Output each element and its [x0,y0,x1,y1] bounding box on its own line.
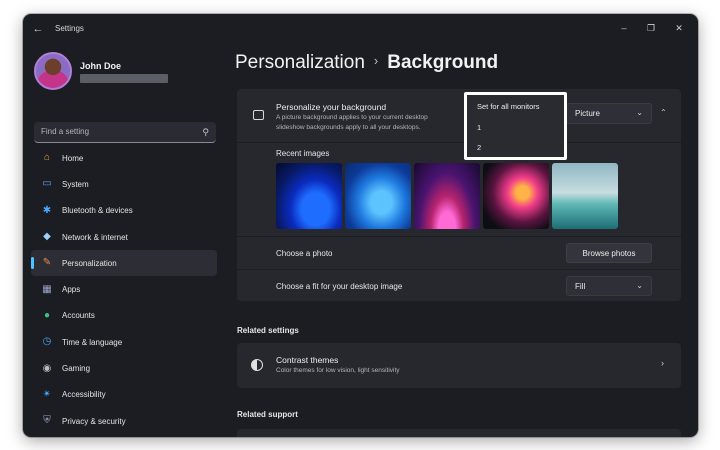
chevron-down-icon: ⌄ [636,281,643,290]
sidebar-item-home[interactable]: ⌂ Home [31,145,217,171]
profile-email-redacted [80,74,168,83]
breadcrumb-separator-icon: › [373,53,379,68]
browse-photos-label: Browse photos [582,249,636,258]
sidebar-item-accounts[interactable]: ● Accounts [31,303,217,329]
divider [237,142,681,143]
chevron-right-icon[interactable]: › [661,358,664,368]
window-content: John Doe Find a setting ⚲ ⌂ Home ▭ Syste… [23,14,698,437]
contrast-themes-card[interactable] [237,343,681,388]
search-placeholder: Find a setting [41,127,90,136]
sidebar-item-label: Apps [62,285,81,295]
choose-photo-label: Choose a photo [276,249,333,258]
home-icon: ⌂ [43,152,51,164]
apps-icon: ▦ [42,283,52,295]
recent-image-2[interactable] [345,163,411,229]
monitor-icon: ▭ [42,178,52,190]
sidebar-item-label: Bluetooth & devices [62,206,133,216]
recent-image-5[interactable] [552,163,618,229]
sidebar-item-label: Gaming [62,364,91,374]
sidebar-item-privacy[interactable]: ⛨ Privacy & security [31,408,217,434]
fit-value: Fill [575,282,586,291]
related-support-heading: Related support [237,410,298,419]
divider [237,269,681,270]
gamepad-icon: ◉ [42,362,52,374]
recent-image-1[interactable] [276,163,342,229]
bluetooth-icon: ✱ [42,204,52,216]
monitor-selection-menu: Set for all monitors 1 2 [464,92,567,160]
sidebar-item-label: Time & language [62,337,123,347]
wifi-icon: ◆ [43,231,51,243]
picture-icon [253,110,264,120]
recent-image-3[interactable] [414,163,480,229]
menu-item-monitor-2[interactable]: 2 [477,143,481,152]
chevron-up-icon[interactable]: ⌃ [660,108,667,117]
sidebar-item-personalization[interactable]: ✎ Personalization [31,250,217,277]
sidebar-item-network[interactable]: ◆ Network & internet [31,224,217,250]
search-input[interactable]: Find a setting ⚲ [34,122,216,143]
sidebar-item-bluetooth[interactable]: ✱ Bluetooth & devices [31,198,217,224]
contrast-themes-title: Contrast themes [276,355,339,365]
recent-images-label: Recent images [276,149,330,158]
brush-icon: ✎ [42,257,52,269]
contrast-themes-subtitle: Color themes for low vision, light sensi… [276,367,400,374]
sidebar-item-label: Accounts [62,311,95,321]
page-title: Background [387,52,499,73]
sidebar-item-system[interactable]: ▭ System [31,171,217,197]
contrast-icon [251,359,263,371]
sidebar-item-label: Privacy & security [62,416,126,426]
globe-clock-icon: ◷ [42,336,52,348]
choose-fit-label: Choose a fit for your desktop image [276,282,403,291]
sidebar-nav: ⌂ Home ▭ System ✱ Bluetooth & devices ◆ … [31,145,217,434]
sidebar-item-label: System [62,179,89,189]
personalize-background-subtitle-2: slideshow backgrounds apply to all your … [276,124,421,131]
sidebar-item-time-language[interactable]: ◷ Time & language [31,329,217,355]
avatar[interactable] [34,52,72,90]
breadcrumb-parent[interactable]: Personalization [235,52,365,73]
related-settings-heading: Related settings [237,326,299,335]
related-support-card[interactable] [237,429,681,437]
sidebar-item-label: Accessibility [62,390,106,400]
sidebar-item-label: Network & internet [62,232,128,242]
personalize-background-title: Personalize your background [276,102,387,112]
accessibility-icon: ✴ [42,388,52,400]
sidebar-item-apps[interactable]: ▦ Apps [31,276,217,302]
sidebar-item-gaming[interactable]: ◉ Gaming [31,355,217,381]
recent-image-4[interactable] [483,163,549,229]
breadcrumb: Personalization › Background [235,52,498,74]
menu-item-monitor-1[interactable]: 1 [477,123,481,132]
sidebar-item-label: Home [62,153,84,163]
fit-dropdown[interactable]: Fill ⌄ [566,276,652,296]
background-type-value: Picture [575,109,600,118]
search-icon[interactable]: ⚲ [202,127,209,138]
sidebar-item-label: Personalization [62,258,117,268]
profile-name: John Doe [80,61,122,71]
menu-item-all-monitors[interactable]: Set for all monitors [477,102,540,111]
sidebar-item-accessibility[interactable]: ✴ Accessibility [31,382,217,408]
shield-icon: ⛨ [43,415,51,427]
personalize-background-subtitle: A picture background applies to your cur… [276,114,428,121]
background-type-dropdown[interactable]: Picture ⌄ [566,103,652,124]
chevron-down-icon: ⌄ [636,108,643,117]
person-icon: ● [43,309,51,321]
browse-photos-button[interactable]: Browse photos [566,243,652,263]
divider [237,236,681,237]
